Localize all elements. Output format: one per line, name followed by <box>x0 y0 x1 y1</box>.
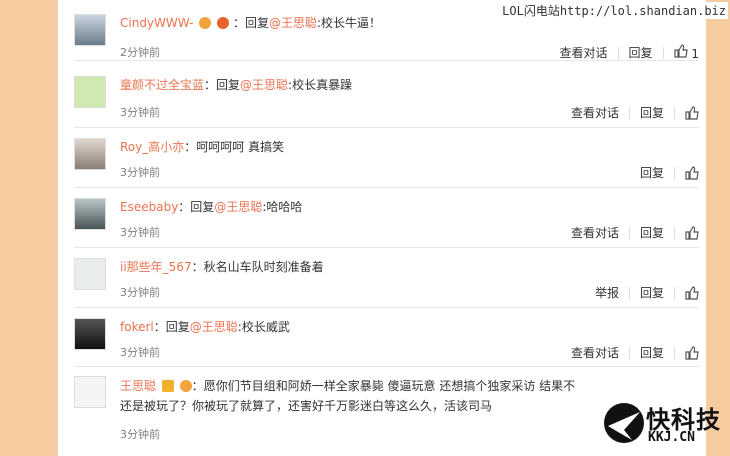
timestamp: 3分钟前 <box>120 106 160 119</box>
comment-text: :哈哈哈 <box>262 200 303 214</box>
timestamp: 3分钟前 <box>120 226 160 239</box>
timestamp: 3分钟前 <box>120 346 160 359</box>
mention-link[interactable]: @王思聪 <box>214 200 262 214</box>
username-link[interactable]: Eseebaby <box>120 200 178 214</box>
avatar[interactable] <box>74 198 106 230</box>
comment-line: 童颜不过全宝蓝：回复@王思聪:校长真暴躁 <box>120 76 352 93</box>
username-link[interactable]: 王思聪 <box>120 379 156 393</box>
reply-prefix: ： <box>184 140 197 154</box>
vip-badge-icon <box>179 380 192 392</box>
reply-prefix: ： <box>191 379 204 393</box>
comment-line: 王思聪 ：愿你们节目组和阿娇一样全家暴毙 傻逼玩意 还想搞个独家采访 结果不还是… <box>120 376 580 416</box>
timestamp: 3分钟前 <box>120 428 160 441</box>
comment-text: :校长威武 <box>237 320 290 334</box>
divider <box>674 106 675 119</box>
timestamp: 2分钟前 <box>120 46 160 59</box>
view-conversation-link[interactable]: 查看对话 <box>560 44 608 61</box>
level-badge-icon <box>217 17 230 29</box>
comment-line: Roy_高小亦：呵呵呵呵 真搞笑 <box>120 138 284 155</box>
avatar[interactable] <box>74 138 106 170</box>
divider <box>674 226 675 239</box>
mention-link[interactable]: @王思聪 <box>190 320 238 334</box>
bird-logo-icon <box>604 403 644 443</box>
timestamp: 3分钟前 <box>120 166 160 179</box>
divider <box>628 226 630 239</box>
username-link[interactable]: Roy_高小亦 <box>120 140 184 154</box>
comment-item: Eseebaby：回复@王思聪:哈哈哈 3分钟前 查看对话 回复 <box>74 194 699 248</box>
left-background-strip <box>0 0 58 456</box>
reply-prefix: ：回复 <box>178 200 215 214</box>
divider <box>662 46 664 59</box>
report-link[interactable]: 举报 <box>595 284 619 301</box>
mention-link[interactable]: @王思聪 <box>269 16 317 30</box>
divider <box>628 346 630 359</box>
divider <box>674 346 675 359</box>
comment-actions: 举报 回复 <box>595 284 699 301</box>
divider <box>628 286 630 299</box>
reply-link[interactable]: 回复 <box>640 284 664 301</box>
thumbs-up-icon[interactable] <box>685 105 699 120</box>
thumbs-up-icon[interactable] <box>685 285 699 300</box>
avatar[interactable] <box>74 376 106 408</box>
divider <box>628 106 630 119</box>
thumbs-up-icon[interactable] <box>685 345 699 360</box>
comment-line: CindyWWW- ：回复@王思聪:校长牛逼！ <box>120 14 381 31</box>
comment-panel: CindyWWW- ：回复@王思聪:校长牛逼！ 2分钟前 查看对话 回复 1 童… <box>58 0 706 456</box>
comment-actions: 回复 <box>640 164 699 181</box>
comment-text: 秋名山车队时刻准备着 <box>203 260 324 274</box>
like-button[interactable]: 1 <box>673 44 699 61</box>
reply-link[interactable]: 回复 <box>640 164 664 181</box>
reply-link[interactable]: 回复 <box>640 344 664 361</box>
comment-actions: 查看对话 回复 <box>571 104 699 121</box>
comment-actions: 查看对话 回复 <box>571 224 699 241</box>
comment-line: fokerl：回复@王思聪:校长威武 <box>120 318 290 335</box>
reply-prefix: ：回复 <box>153 320 190 334</box>
avatar[interactable] <box>74 258 106 290</box>
view-conversation-link[interactable]: 查看对话 <box>571 344 619 361</box>
divider <box>674 166 675 179</box>
reply-prefix: ：回复 <box>204 78 241 92</box>
thumbs-up-icon <box>673 44 688 58</box>
thumbs-up-icon[interactable] <box>685 165 699 180</box>
verified-v-icon <box>161 380 174 392</box>
right-background-strip <box>706 0 730 456</box>
comment-item: fokerl：回复@王思聪:校长威武 3分钟前 查看对话 回复 <box>74 314 699 367</box>
username-link[interactable]: CindyWWW- <box>120 16 193 30</box>
username-link[interactable]: 童颜不过全宝蓝 <box>120 78 204 92</box>
comment-text: :校长牛逼！ <box>317 16 382 30</box>
comment-line: ii那些年_567：秋名山车队时刻准备着 <box>120 258 324 275</box>
thumbs-up-icon[interactable] <box>685 225 699 240</box>
divider <box>617 46 619 59</box>
vip-badge-icon <box>199 17 212 29</box>
comment-actions: 查看对话 回复 <box>571 344 699 361</box>
avatar[interactable] <box>74 14 106 46</box>
avatar[interactable] <box>74 318 106 350</box>
comment-item: Roy_高小亦：呵呵呵呵 真搞笑 3分钟前 回复 <box>74 134 699 188</box>
comment-item: 童颜不过全宝蓝：回复@王思聪:校长真暴躁 3分钟前 查看对话 回复 <box>74 72 699 128</box>
site-watermark: LOL闪电站http://lol.shandian.biz <box>500 2 728 19</box>
timestamp: 3分钟前 <box>120 286 160 299</box>
comment-line: Eseebaby：回复@王思聪:哈哈哈 <box>120 198 302 215</box>
comment-text: 呵呵呵呵 真搞笑 <box>196 140 285 154</box>
mention-link[interactable]: @王思聪 <box>240 78 288 92</box>
username-link[interactable]: fokerl <box>120 320 154 334</box>
reply-link[interactable]: 回复 <box>629 44 653 61</box>
like-count: 1 <box>691 47 699 61</box>
view-conversation-link[interactable]: 查看对话 <box>571 224 619 241</box>
view-conversation-link[interactable]: 查看对话 <box>571 104 619 121</box>
comment-text: :校长真暴躁 <box>288 78 353 92</box>
username-link[interactable]: ii那些年_567 <box>120 260 192 274</box>
comment-actions: 查看对话 回复 1 <box>560 44 699 61</box>
reply-link[interactable]: 回复 <box>640 224 664 241</box>
reply-prefix: ： <box>191 260 204 274</box>
reply-prefix: ：回复 <box>232 16 269 30</box>
logo-subtext: KKJ.CN <box>648 430 695 445</box>
avatar[interactable] <box>74 76 106 108</box>
divider <box>674 286 675 299</box>
site-logo: 快科技 KKJ.CN <box>602 398 722 450</box>
reply-link[interactable]: 回复 <box>640 104 664 121</box>
comment-item: ii那些年_567：秋名山车队时刻准备着 3分钟前 举报 回复 <box>74 254 699 308</box>
